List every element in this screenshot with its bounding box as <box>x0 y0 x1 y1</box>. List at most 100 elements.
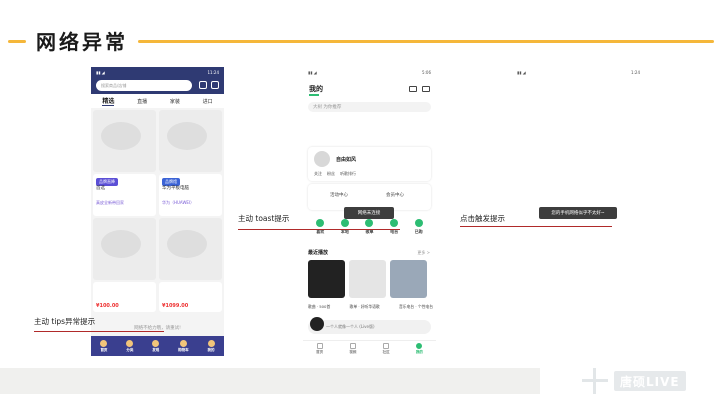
player-text: 一个人就像一个人 (Live版) <box>326 324 375 329</box>
product-placeholder[interactable] <box>93 110 156 172</box>
bottom-nav: 首页 视频 社区 我的 <box>303 340 436 356</box>
status-bar: ▮▮ ◢ 11:24 <box>96 70 219 75</box>
slide: 网络异常 ▮▮ ◢ 11:24 搜索商品/店铺 精选 直播 家装 进口 品牌直降 … <box>0 0 720 405</box>
product-placeholder[interactable] <box>93 218 156 280</box>
category-tabs: 精选 直播 家装 进口 <box>91 94 224 108</box>
product-card[interactable]: ¥1099.00 <box>159 282 222 312</box>
product-card[interactable]: ¥100.00 <box>93 282 156 312</box>
page-title: 我的 <box>309 85 323 93</box>
nav-item-video[interactable]: 视频 <box>349 342 356 355</box>
product-placeholder[interactable] <box>159 218 222 280</box>
recent-item[interactable] <box>308 260 345 298</box>
recent-title: 最近播放 <box>308 250 329 256</box>
nav-item-me[interactable]: 我的 <box>416 342 423 355</box>
recent-item[interactable] <box>349 260 386 298</box>
price: ¥1099.00 <box>162 303 189 309</box>
card-tag: 品牌直降 <box>96 178 118 186</box>
recent-list <box>308 260 433 302</box>
profile-stats: 关注 粉丝 听歌排行 <box>314 171 356 177</box>
quick-radio[interactable]: 电台 <box>390 219 399 243</box>
card-subtitle: 真皮全新带回家 <box>96 200 124 205</box>
footer-bar <box>0 368 540 394</box>
phone-click-screen: ▮▮ ◢ 1:24 您的手机网络似乎不太好~ <box>512 67 645 356</box>
header-icons <box>199 81 219 89</box>
scan-icon[interactable] <box>199 81 207 89</box>
stat-follow[interactable]: 关注 <box>314 171 322 177</box>
product-placeholder[interactable] <box>159 110 222 172</box>
user-icon <box>416 342 423 349</box>
quick-purchased[interactable]: 已购 <box>414 219 423 243</box>
video-icon <box>349 342 356 349</box>
search-input[interactable]: 大树 为你推荐 <box>308 102 431 112</box>
quick-local[interactable]: 本地 <box>340 219 349 243</box>
menu-icon[interactable] <box>422 86 430 92</box>
profile-card[interactable]: 自由如风 关注 粉丝 听歌排行 <box>308 147 431 181</box>
status-bar: ▮▮ ◢ 1:24 <box>517 70 640 75</box>
card-subtitle: 华为（HUAWEI） <box>162 200 195 205</box>
nav-item-me[interactable]: 我的 <box>207 339 215 353</box>
nav-item-community[interactable]: 社区 <box>383 342 390 355</box>
nav-item-cart[interactable]: 购物车 <box>178 339 189 353</box>
stat-ranking[interactable]: 听歌排行 <box>340 171 356 177</box>
bottom-nav: 首页 分类 发现 购物车 我的 <box>91 336 224 356</box>
tab-home[interactable]: 家装 <box>170 98 180 105</box>
member-center-link[interactable]: 会员中心 <box>386 192 404 198</box>
home-icon <box>316 342 323 349</box>
tab-featured[interactable]: 精选 <box>102 96 115 106</box>
page-header: 我的 <box>303 78 436 94</box>
mail-icon[interactable] <box>409 86 417 92</box>
phone-tips-screen: ▮▮ ◢ 11:24 搜索商品/店铺 精选 直播 家装 进口 品牌直降 首选 真皮… <box>91 67 224 356</box>
label-underline <box>238 229 400 230</box>
cart-icon <box>179 339 187 347</box>
product-card[interactable]: 品牌直降 首选 真皮全新带回家 <box>93 174 156 216</box>
category-icon <box>126 339 134 347</box>
brand-logo: 唐硕LIVE <box>582 367 710 395</box>
label-underline <box>460 226 612 227</box>
card-title: 首选 <box>96 186 105 191</box>
user-icon <box>207 339 215 347</box>
search-input[interactable]: 搜索商品/店铺 <box>96 80 192 91</box>
network-tip: 网络不给力哦，请重试! <box>134 326 181 331</box>
discover-icon <box>152 339 160 347</box>
more-link[interactable]: 更多 > <box>417 250 430 256</box>
recent-label: 歌曲 · 500首 <box>308 304 331 309</box>
album-thumb <box>310 317 324 331</box>
product-grid: 品牌直降 首选 真皮全新带回家 品牌馆 华为平板电脑 华为（HUAWEI） ¥1… <box>93 110 222 356</box>
mini-player[interactable]: 一个人就像一个人 (Live版) <box>308 317 431 334</box>
recent-item[interactable] <box>390 260 427 298</box>
label-underline <box>34 331 164 332</box>
title-underline <box>309 94 319 96</box>
card-title: 华为平板电脑 <box>162 186 189 191</box>
status-bar: ▮▮ ◢ 5:06 <box>308 70 431 75</box>
title-line <box>138 40 714 43</box>
recent-labels: 歌曲 · 500首 歌单 · 好听华语歌 音乐电台 · 个性电台 <box>308 304 433 310</box>
quick-playlist[interactable]: 歌单 <box>365 219 374 243</box>
folder-icon <box>340 219 349 227</box>
slide-title: 网络异常 <box>36 30 128 54</box>
title-dash <box>8 40 26 43</box>
playlist-icon <box>365 219 374 227</box>
tab-live[interactable]: 直播 <box>137 98 147 105</box>
label-toast: 主动 toast提示 <box>238 214 290 223</box>
avatar[interactable] <box>314 151 330 167</box>
message-icon[interactable] <box>211 81 219 89</box>
stat-fans[interactable]: 粉丝 <box>327 171 335 177</box>
nav-item-discover[interactable]: 发现 <box>152 339 160 353</box>
product-card[interactable]: 品牌馆 华为平板电脑 华为（HUAWEI） <box>159 174 222 216</box>
label-click: 点击触发提示 <box>460 214 505 223</box>
card-tag: 品牌馆 <box>162 178 180 186</box>
brand-mark-icon <box>582 368 608 394</box>
check-icon <box>414 219 423 227</box>
radio-icon <box>390 219 399 227</box>
toast-network-weak: 您的手机网络似乎不太好~ <box>539 207 617 219</box>
tab-import[interactable]: 进口 <box>203 98 213 105</box>
heart-icon <box>316 219 325 227</box>
activity-center-link[interactable]: 活动中心 <box>330 192 348 198</box>
title-row: 网络异常 <box>0 22 720 58</box>
quick-like[interactable]: 喜欢 <box>316 219 325 243</box>
label-tips: 主动 tips异常提示 <box>34 317 96 326</box>
nav-item-home[interactable]: 首页 <box>100 339 108 353</box>
nav-item-category[interactable]: 分类 <box>126 339 134 353</box>
price: ¥100.00 <box>96 303 119 309</box>
nav-item-home[interactable]: 首页 <box>316 342 323 355</box>
